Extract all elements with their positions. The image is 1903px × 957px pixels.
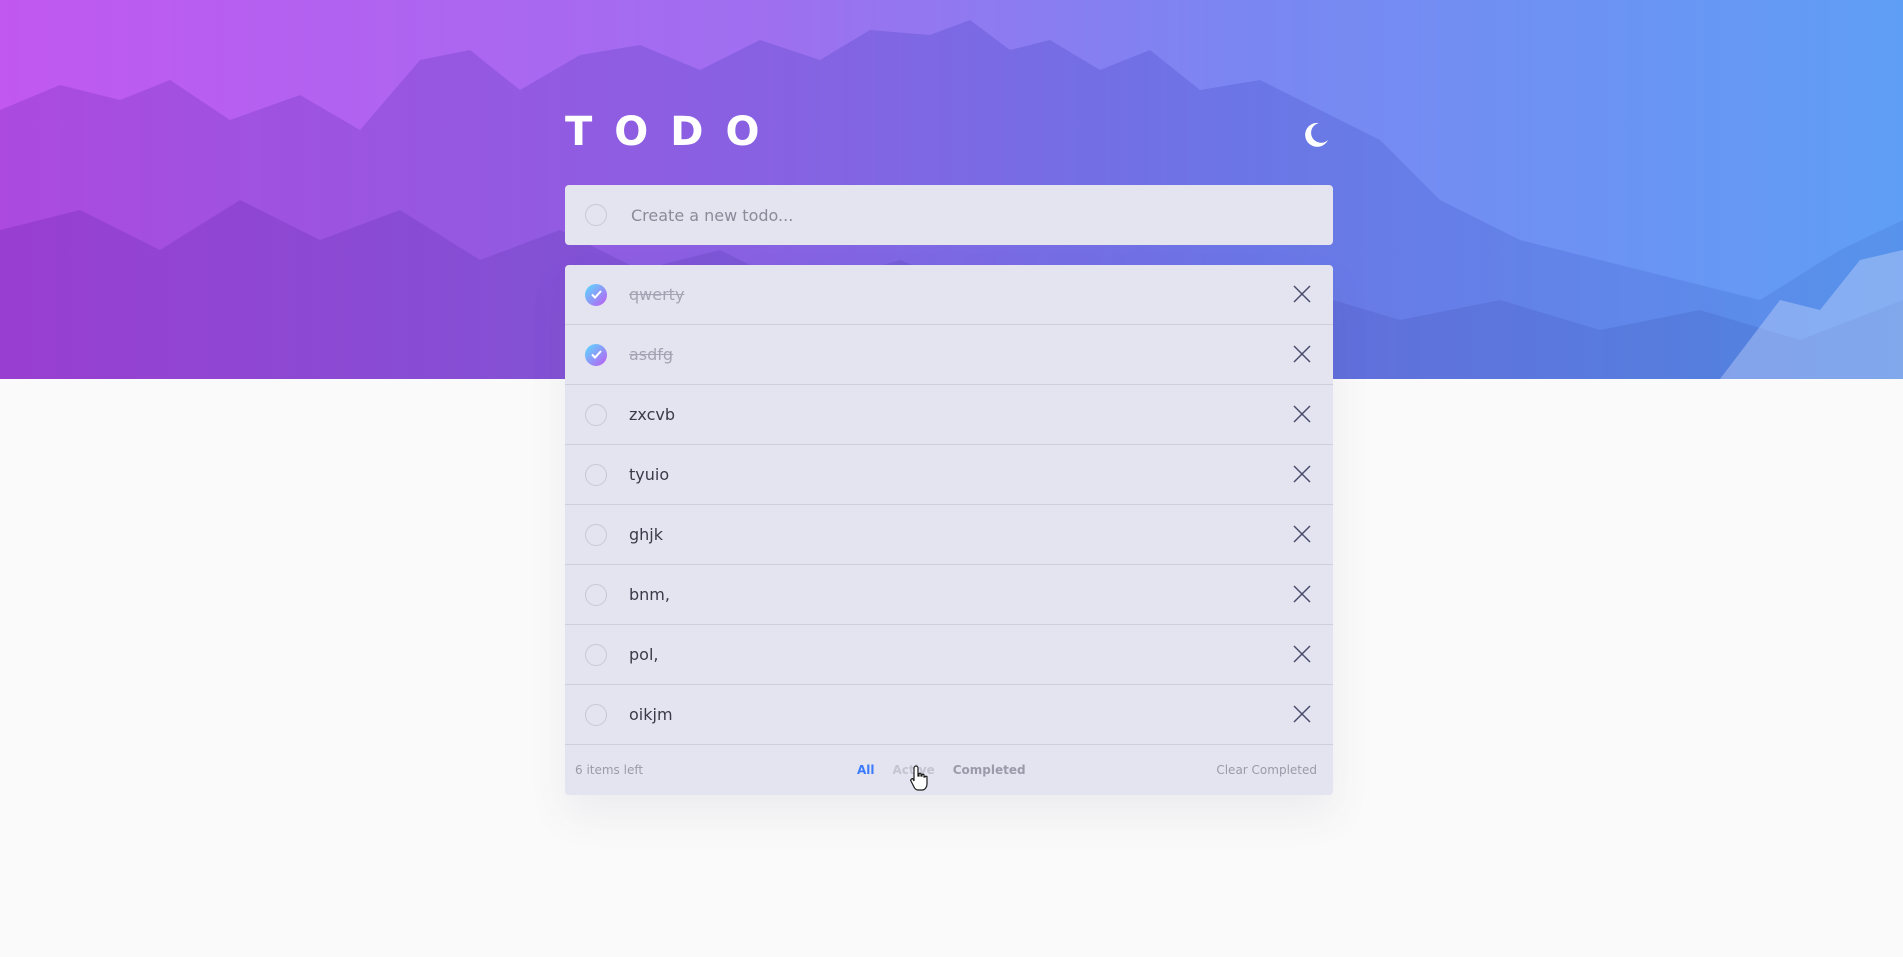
todo-text: zxcvb — [629, 405, 676, 424]
delete-icon[interactable] — [1293, 525, 1311, 543]
todo-item: pol, — [565, 625, 1333, 685]
todo-footer: 6 items left All Active Completed Clear … — [565, 745, 1333, 795]
todo-checkbox[interactable] — [585, 283, 607, 306]
filter-active-button[interactable]: Active — [893, 763, 935, 777]
todo-checkbox[interactable] — [585, 703, 607, 726]
todo-text: pol, — [629, 645, 659, 664]
todo-checkbox[interactable] — [585, 523, 607, 546]
todo-item: oikjm — [565, 685, 1333, 745]
todo-item: zxcvb — [565, 385, 1333, 445]
new-todo-input[interactable] — [629, 204, 1293, 226]
delete-icon[interactable] — [1293, 345, 1311, 363]
check-icon — [590, 290, 602, 299]
todo-item: tyuio — [565, 445, 1333, 505]
todo-text: asdfg — [629, 345, 674, 364]
todo-checkbox[interactable] — [585, 463, 607, 486]
new-todo-circle — [585, 204, 607, 226]
delete-icon[interactable] — [1293, 285, 1311, 303]
todo-text: ghjk — [629, 525, 664, 544]
todo-item: asdfg — [565, 325, 1333, 385]
filter-all-button[interactable]: All — [857, 763, 875, 777]
items-left-count: 6 items left — [575, 763, 644, 777]
check-icon — [590, 350, 602, 359]
todo-text: tyuio — [629, 465, 670, 484]
new-todo-form — [565, 185, 1333, 245]
todo-text: bnm, — [629, 585, 670, 604]
delete-icon[interactable] — [1293, 645, 1311, 663]
clear-completed-button[interactable]: Clear Completed — [1216, 763, 1317, 777]
todo-checkbox[interactable] — [585, 403, 607, 426]
todo-item: qwerty — [565, 265, 1333, 325]
delete-icon[interactable] — [1293, 465, 1311, 483]
delete-icon[interactable] — [1293, 705, 1311, 723]
todo-item: bnm, — [565, 565, 1333, 625]
app-title: TODO — [565, 109, 782, 155]
todo-checkbox[interactable] — [585, 583, 607, 606]
delete-icon[interactable] — [1293, 405, 1311, 423]
todo-checkbox[interactable] — [585, 643, 607, 666]
todo-checkbox[interactable] — [585, 343, 607, 366]
theme-toggle-button[interactable] — [1300, 120, 1330, 150]
todo-item: ghjk — [565, 505, 1333, 565]
filter-group: All Active Completed — [857, 763, 1044, 777]
moon-icon — [1305, 122, 1328, 147]
todo-list: qwerty asdfg zxcvb tyuio ghjk bnm, pol, … — [565, 265, 1333, 795]
todo-text: qwerty — [629, 285, 685, 304]
todo-text: oikjm — [629, 705, 673, 724]
filter-completed-button[interactable]: Completed — [953, 763, 1026, 777]
delete-icon[interactable] — [1293, 585, 1311, 603]
